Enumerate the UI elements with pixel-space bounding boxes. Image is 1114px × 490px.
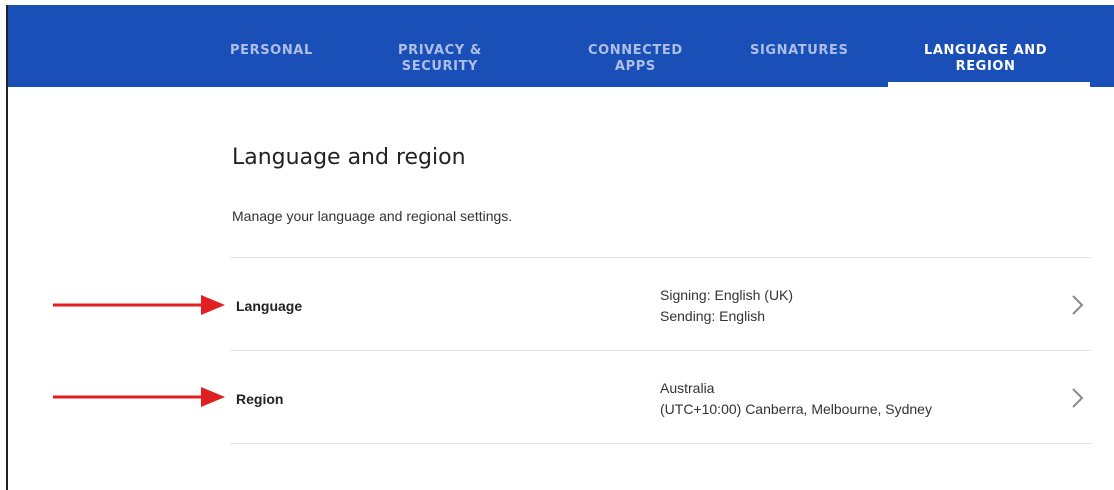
active-tab-indicator xyxy=(888,82,1090,87)
language-signing-value: Signing: English (UK) xyxy=(660,287,794,303)
settings-nav-bar: PERSONAL PRIVACY & SECURITY CONNECTED AP… xyxy=(8,5,1114,87)
region-values: Australia (UTC+10:00) Canberra, Melbourn… xyxy=(660,378,932,420)
language-sending-value: Sending: English xyxy=(660,308,766,324)
chevron-right-icon[interactable] xyxy=(1070,387,1086,409)
tab-signatures[interactable]: SIGNATURES xyxy=(750,43,848,59)
language-row[interactable]: Language Signing: English (UK) Sending: … xyxy=(230,258,1092,350)
tab-connected-apps[interactable]: CONNECTED APPS xyxy=(588,43,683,75)
region-label: Region xyxy=(236,391,284,407)
red-arrow-icon xyxy=(53,387,225,407)
chevron-right-icon[interactable] xyxy=(1070,294,1086,316)
settings-window: PERSONAL PRIVACY & SECURITY CONNECTED AP… xyxy=(6,5,1114,490)
page-description: Manage your language and regional settin… xyxy=(232,208,513,224)
page-title: Language and region xyxy=(232,145,466,170)
region-row[interactable]: Region Australia (UTC+10:00) Canberra, M… xyxy=(230,351,1092,443)
language-label: Language xyxy=(236,298,303,314)
red-arrow-icon xyxy=(53,295,225,315)
tab-language-and-region[interactable]: LANGUAGE AND REGION xyxy=(924,43,1047,75)
divider xyxy=(230,443,1092,444)
language-values: Signing: English (UK) Sending: English xyxy=(660,285,793,327)
tab-privacy-security[interactable]: PRIVACY & SECURITY xyxy=(398,43,482,75)
region-country-value: Australia xyxy=(660,380,715,396)
region-timezone-value: (UTC+10:00) Canberra, Melbourne, Sydney xyxy=(660,401,932,417)
tab-personal[interactable]: PERSONAL xyxy=(230,43,313,59)
